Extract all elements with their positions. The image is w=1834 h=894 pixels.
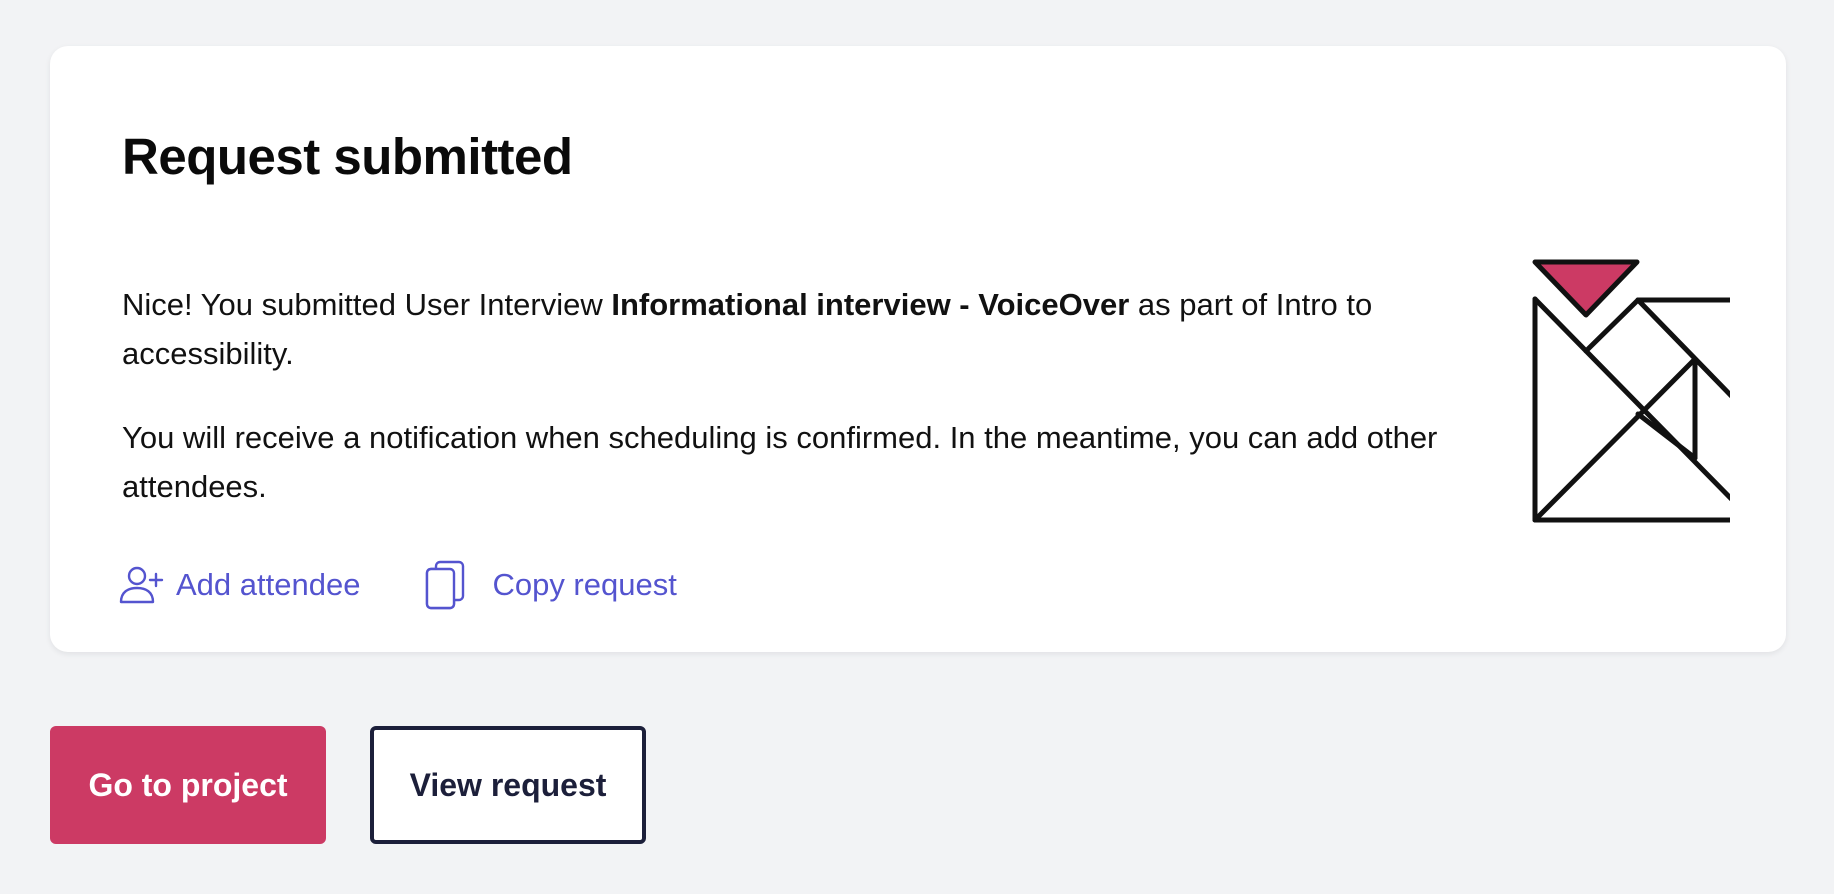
page-title: Request submitted bbox=[122, 128, 573, 185]
tangram-envelope-illustration bbox=[1532, 259, 1730, 523]
copy-icon bbox=[424, 560, 466, 610]
view-request-button[interactable]: View request bbox=[370, 726, 646, 844]
add-attendee-link[interactable]: Add attendee bbox=[118, 565, 360, 605]
submission-message-prefix: Nice! You submitted User Interview bbox=[122, 287, 612, 322]
copy-request-link[interactable]: Copy request bbox=[424, 560, 677, 610]
notification-message: You will receive a notification when sch… bbox=[122, 420, 1438, 504]
confirmation-card: Request submitted Nice! You submitted Us… bbox=[50, 46, 1786, 652]
go-to-project-button[interactable]: Go to project bbox=[50, 726, 326, 844]
submission-message: Nice! You submitted User Interview Infor… bbox=[122, 280, 1462, 378]
add-attendee-label: Add attendee bbox=[176, 567, 361, 602]
card-actions: Add attendee Copy request bbox=[118, 560, 677, 610]
copy-request-label: Copy request bbox=[492, 567, 677, 602]
add-user-icon bbox=[118, 565, 164, 605]
request-name: Informational interview - VoiceOver bbox=[611, 287, 1130, 322]
